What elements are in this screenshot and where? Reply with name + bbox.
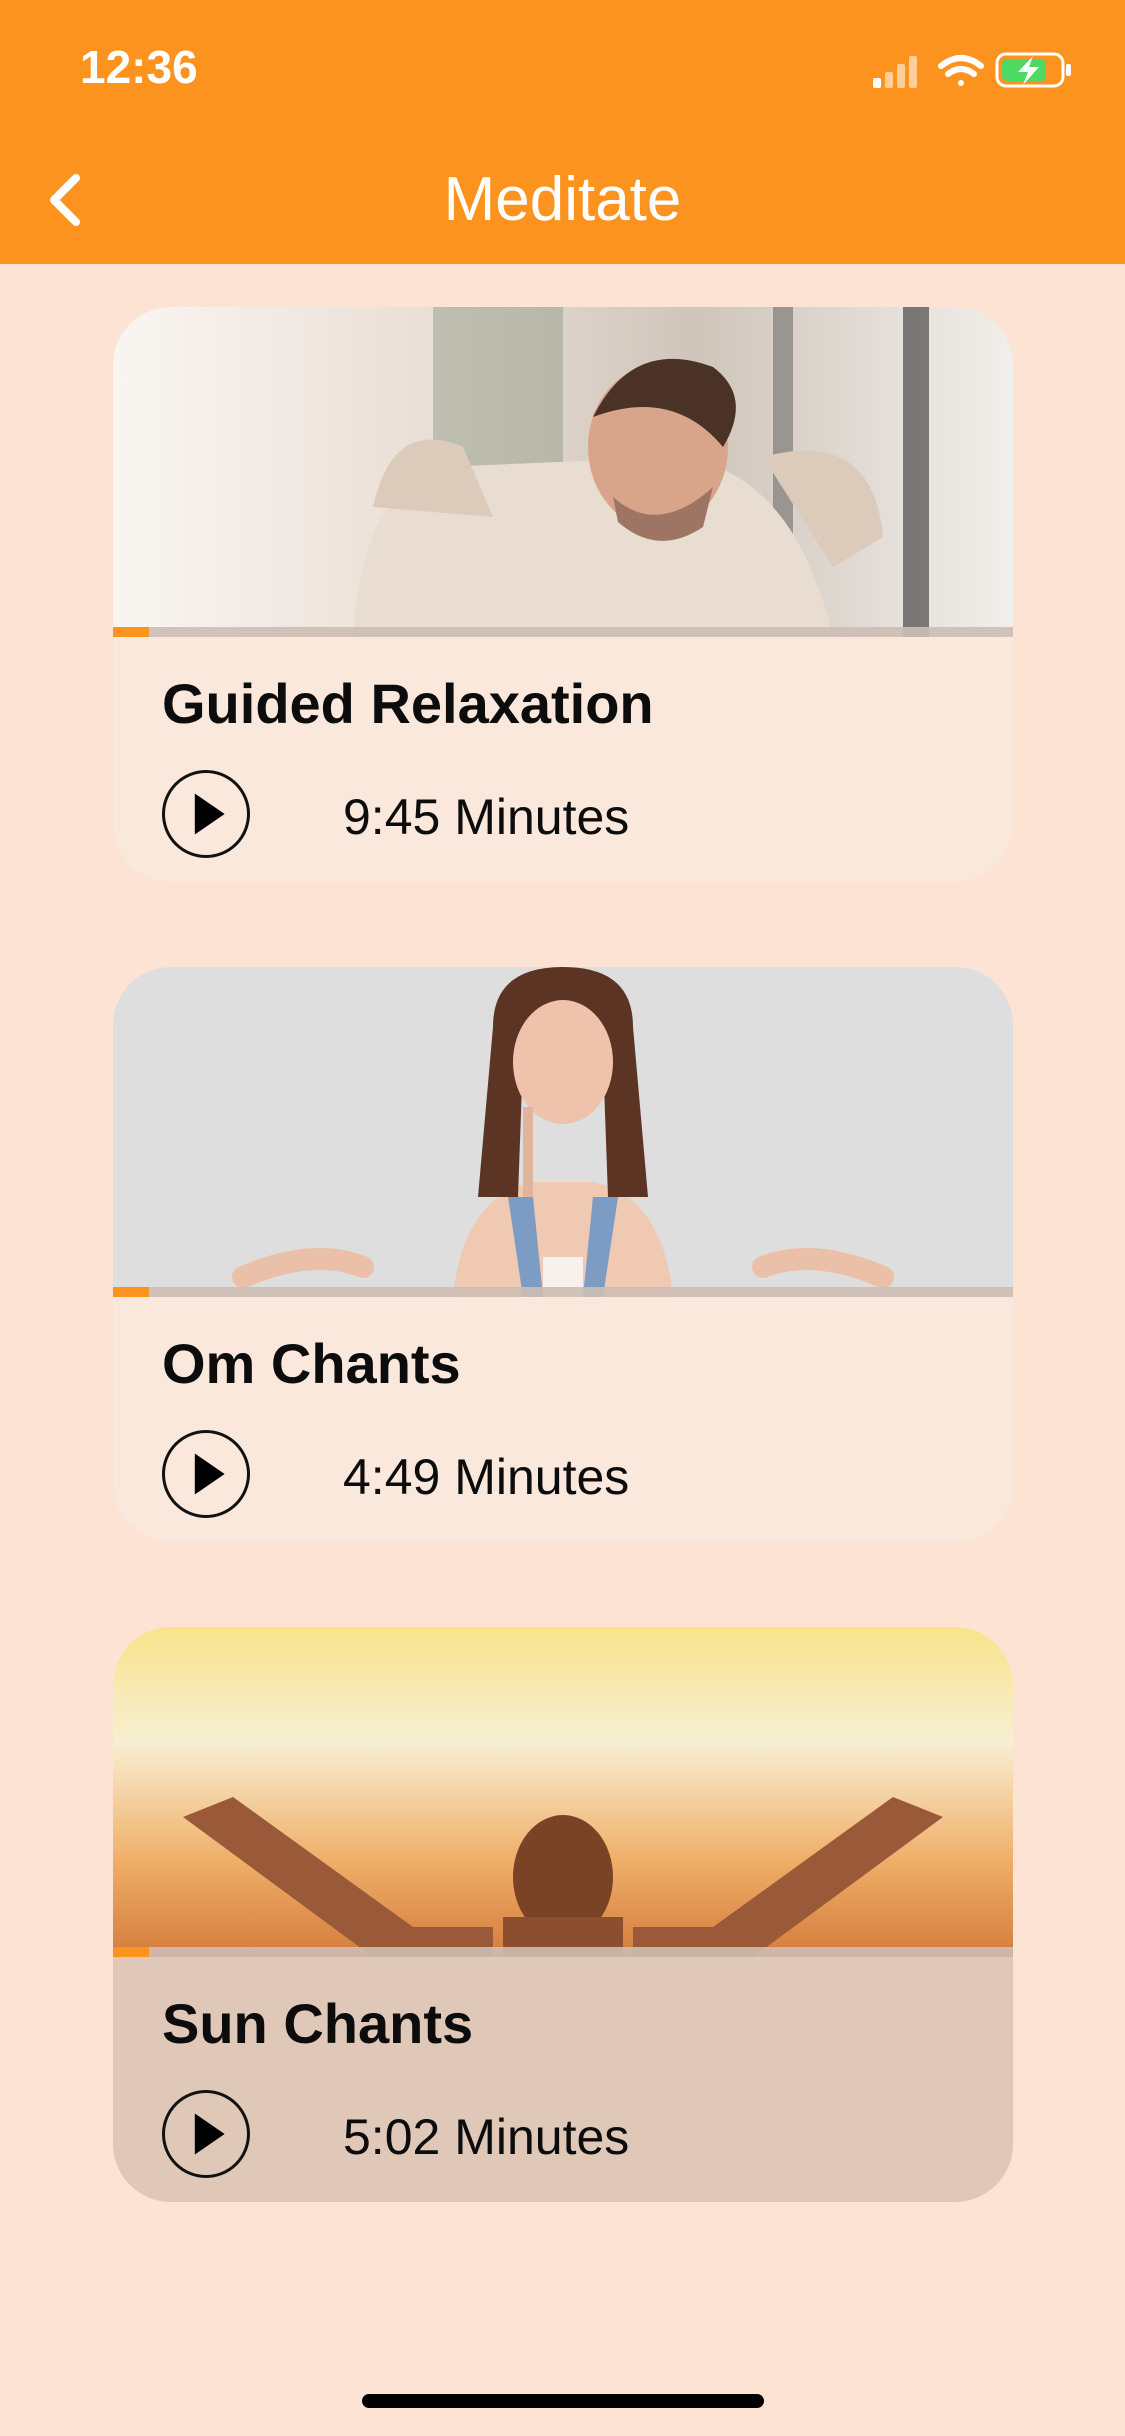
page-title: Meditate <box>443 165 682 234</box>
man-relaxing-photo <box>113 307 1013 637</box>
status-icons <box>873 52 1071 88</box>
wifi-icon <box>938 55 984 86</box>
signal-icon <box>873 56 917 88</box>
woman-in-sunset-photo <box>113 1627 1013 1957</box>
home-indicator[interactable] <box>362 2394 764 2408</box>
play-button[interactable] <box>162 1430 250 1518</box>
progress-fill <box>113 627 149 637</box>
battery-charging-icon <box>995 52 1071 88</box>
status-time: 12:36 <box>80 41 198 93</box>
card-title: Guided Relaxation <box>162 672 654 735</box>
app-header: 12:36 Meditate <box>0 0 1125 264</box>
card-title: Om Chants <box>162 1332 461 1395</box>
play-icon <box>194 1453 225 1495</box>
play-button[interactable] <box>162 770 250 858</box>
progress-bar <box>113 627 1013 637</box>
progress-fill <box>113 1947 149 1957</box>
card-title: Sun Chants <box>162 1992 474 2055</box>
progress-bar <box>113 1947 1013 1957</box>
duration-label: 9:45 Minutes <box>343 789 630 845</box>
progress-bar <box>113 1287 1013 1297</box>
meditation-card-om-chants[interactable]: Om Chants 4:49 Minutes <box>113 967 1013 1542</box>
meditation-card-guided-relaxation[interactable]: Guided Relaxation 9:45 Minutes <box>113 307 1013 882</box>
progress-fill <box>113 1287 149 1297</box>
play-icon <box>194 2113 225 2155</box>
play-icon <box>194 793 225 835</box>
duration-label: 5:02 Minutes <box>343 2109 630 2165</box>
woman-meditating-photo <box>113 967 1013 1297</box>
duration-label: 4:49 Minutes <box>343 1449 630 1505</box>
play-button[interactable] <box>162 2090 250 2178</box>
meditation-card-sun-chants[interactable]: Sun Chants 5:02 Minutes <box>113 1627 1013 2202</box>
